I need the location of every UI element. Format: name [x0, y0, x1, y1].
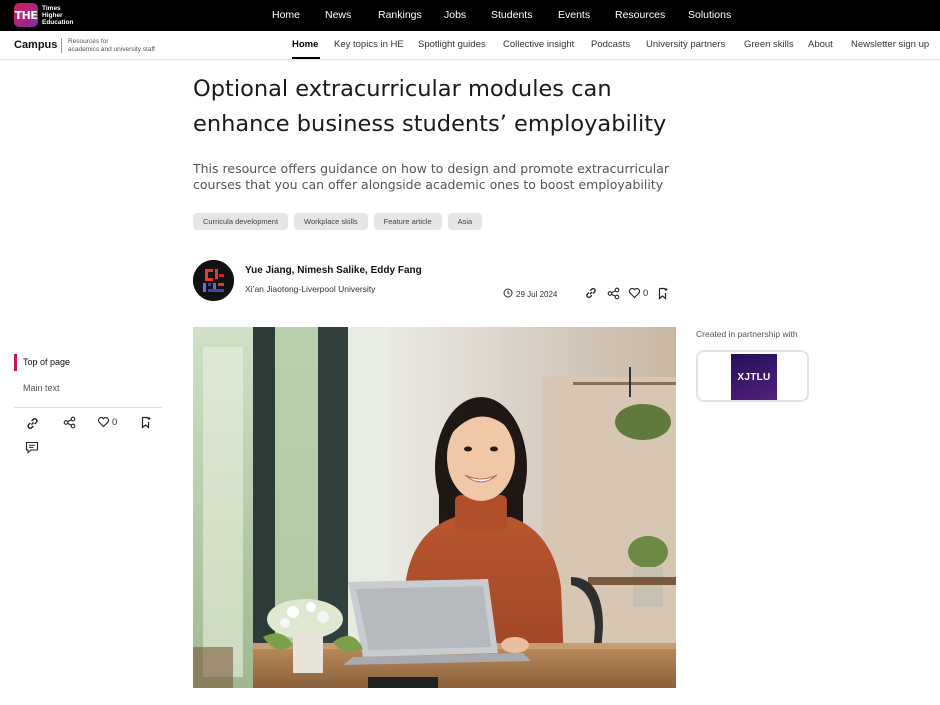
- logo-line: Times: [42, 4, 61, 12]
- subnav-home[interactable]: Home: [292, 39, 318, 50]
- title-line: Optional extracurricular modules can: [193, 76, 612, 102]
- partner-label: Created in partnership with: [696, 329, 798, 339]
- campus-tagline: Resources for academics and university s…: [68, 38, 155, 53]
- article-actions: 0: [584, 286, 669, 300]
- active-tab-indicator: [292, 57, 320, 59]
- the-logo-wordmark: Times Higher Education: [42, 5, 73, 26]
- toc-item-top-of-page[interactable]: Top of page: [23, 357, 70, 367]
- tagline-line: academics and university staff: [68, 45, 155, 53]
- nav-solutions[interactable]: Solutions: [688, 9, 731, 21]
- author-avatar[interactable]: [193, 260, 234, 301]
- nav-home[interactable]: Home: [272, 9, 300, 21]
- nav-events[interactable]: Events: [558, 9, 590, 21]
- share-icon[interactable]: [63, 416, 76, 429]
- subnav-university-partners[interactable]: University partners: [646, 39, 725, 50]
- link-icon[interactable]: [25, 416, 40, 431]
- toc-active-indicator: [14, 354, 17, 371]
- hero-image: [193, 327, 676, 688]
- tag-workplace-skills[interactable]: Workplace skills: [294, 213, 368, 230]
- toc-item-main-text[interactable]: Main text: [23, 383, 60, 393]
- standfirst-line: This resource offers guidance on how to …: [193, 161, 670, 176]
- hero-photo-illustration: [193, 327, 676, 688]
- bookmark-icon[interactable]: [140, 416, 152, 429]
- like-count: 0: [643, 287, 649, 299]
- nav-jobs[interactable]: Jobs: [444, 9, 466, 21]
- topic-tags: Curricula development Workplace skills F…: [193, 213, 483, 230]
- nav-news[interactable]: News: [325, 9, 351, 21]
- tagline-line: Resources for: [68, 38, 109, 45]
- heart-icon[interactable]: [628, 287, 641, 299]
- subnav-green-skills[interactable]: Green skills: [744, 39, 794, 50]
- title-line: enhance business students’ employability: [193, 111, 667, 137]
- article-standfirst: This resource offers guidance on how to …: [193, 161, 693, 193]
- campus-navigation-bar: Campus Resources for academics and unive…: [0, 31, 940, 60]
- share-icon[interactable]: [607, 287, 620, 300]
- author-institution: Xi’an Jiaotong-Liverpool University: [245, 284, 376, 294]
- clock-icon: [503, 288, 513, 300]
- sidebar-like-count: 0: [112, 416, 118, 428]
- divider: [61, 38, 62, 53]
- logo-line: Education: [42, 18, 74, 26]
- nav-resources[interactable]: Resources: [615, 9, 665, 21]
- subnav-newsletter[interactable]: Newsletter sign up: [851, 39, 929, 50]
- partner-card[interactable]: XJTLU: [696, 350, 809, 402]
- date-text: 29 Jul 2024: [516, 289, 558, 299]
- tag-asia[interactable]: Asia: [447, 213, 483, 230]
- article-title: Optional extracurricular modules can enh…: [193, 72, 693, 142]
- standfirst-line: courses that you can offer alongside aca…: [193, 177, 664, 192]
- publish-date: 29 Jul 2024: [503, 288, 557, 300]
- subnav-podcasts[interactable]: Podcasts: [591, 39, 630, 50]
- subnav-spotlight-guides[interactable]: Spotlight guides: [418, 39, 486, 50]
- tag-feature-article[interactable]: Feature article: [373, 213, 442, 230]
- the-logo[interactable]: THE Times Higher Education: [14, 3, 73, 27]
- tag-curricula-development[interactable]: Curricula development: [193, 213, 289, 230]
- subnav-key-topics[interactable]: Key topics in HE: [334, 39, 404, 50]
- xjtlu-logo: XJTLU: [731, 354, 777, 400]
- subnav-collective-insight[interactable]: Collective insight: [503, 39, 574, 50]
- subnav-about[interactable]: About: [808, 39, 833, 50]
- campus-home-link[interactable]: Campus: [14, 39, 57, 51]
- bookmark-icon[interactable]: [657, 287, 669, 300]
- nav-students[interactable]: Students: [491, 9, 532, 21]
- sidebar-actions: 0: [25, 416, 165, 432]
- comment-icon[interactable]: [25, 441, 39, 459]
- link-icon[interactable]: [584, 286, 598, 300]
- nav-rankings[interactable]: Rankings: [378, 9, 422, 21]
- logo-line: Higher: [42, 11, 63, 19]
- heart-icon[interactable]: 0: [97, 416, 117, 428]
- author-names[interactable]: Yue Jiang, Nimesh Salike, Eddy Fang: [245, 265, 422, 276]
- xjtlu-avatar-mark: [193, 260, 234, 301]
- the-logo-mark: THE: [14, 3, 38, 27]
- sidebar-divider: [14, 407, 162, 408]
- top-navigation-bar: THE Times Higher Education Home News Ran…: [0, 0, 940, 31]
